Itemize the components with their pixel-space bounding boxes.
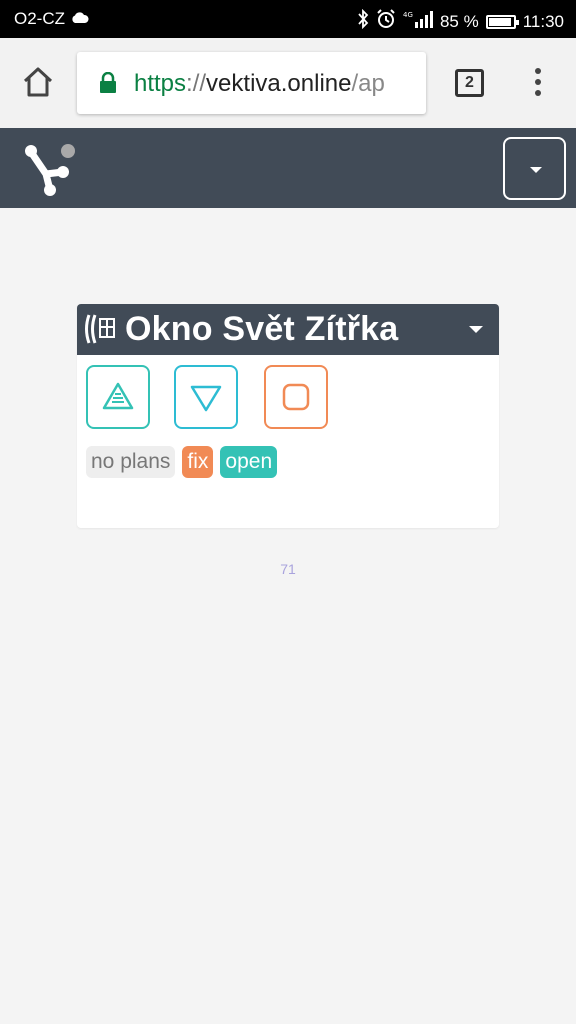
plans-badge: no plans — [86, 446, 176, 478]
triangle-down-icon — [190, 385, 222, 412]
device-title: Okno Svět Zítřka — [125, 310, 399, 348]
url-separator: :// — [186, 70, 207, 97]
window-icon — [85, 314, 115, 344]
network-type-label: 4G — [403, 11, 413, 19]
open-status-badge: open — [220, 446, 278, 478]
menu-dot — [535, 90, 541, 96]
stop-button[interactable] — [264, 365, 328, 429]
battery-percent: 85 % — [439, 11, 479, 31]
url-path: /ap — [351, 70, 385, 97]
vektiva-logo-icon[interactable] — [20, 140, 80, 200]
status-badges: no plans fix open — [86, 446, 278, 478]
triangle-up-lines-icon — [102, 382, 134, 410]
clock: 11:30 — [522, 11, 564, 31]
url-text: https://vektiva.online/ap — [134, 70, 385, 98]
app-header — [0, 128, 576, 208]
home-icon — [23, 67, 53, 97]
carrier-label: O2-CZ — [14, 9, 65, 28]
card-header[interactable]: Okno Svět Zítřka — [77, 304, 499, 355]
device-card: Okno Svět Zítřka no plans fix open — [77, 304, 499, 528]
url-scheme: https — [134, 70, 187, 97]
open-up-button[interactable] — [86, 365, 150, 429]
fix-badge: fix — [182, 446, 214, 478]
status-bar: O2-CZ 4G 85 % 11:30 — [0, 0, 576, 38]
rounded-square-stop-icon — [282, 383, 310, 411]
url-host: vektiva.online — [206, 70, 352, 97]
signal-icon: 4G — [403, 10, 433, 33]
caret-down-icon — [530, 167, 542, 173]
footer-number: 71 — [280, 561, 296, 577]
tab-switcher-button[interactable]: 2 — [455, 69, 484, 97]
browser-toolbar: https://vektiva.online/ap 2 — [0, 38, 576, 128]
header-dropdown-button[interactable] — [503, 137, 566, 200]
caret-down-icon[interactable] — [469, 326, 483, 333]
overflow-menu-button[interactable] — [528, 68, 548, 98]
menu-dot — [535, 79, 541, 85]
lock-icon — [100, 72, 116, 93]
home-button[interactable] — [20, 64, 56, 100]
address-bar[interactable]: https://vektiva.online/ap — [77, 52, 426, 114]
alarm-icon — [376, 9, 396, 34]
close-down-button[interactable] — [174, 365, 238, 429]
battery-icon — [485, 14, 519, 29]
cloud-icon — [71, 9, 89, 29]
bluetooth-icon — [357, 8, 369, 34]
menu-dot — [535, 68, 541, 74]
